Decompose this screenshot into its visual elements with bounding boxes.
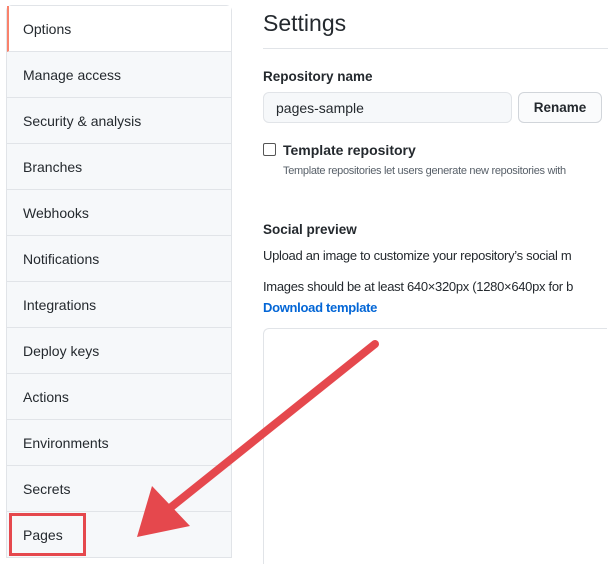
annotation-arrow xyxy=(137,340,379,537)
arrow-shaft xyxy=(166,340,379,512)
